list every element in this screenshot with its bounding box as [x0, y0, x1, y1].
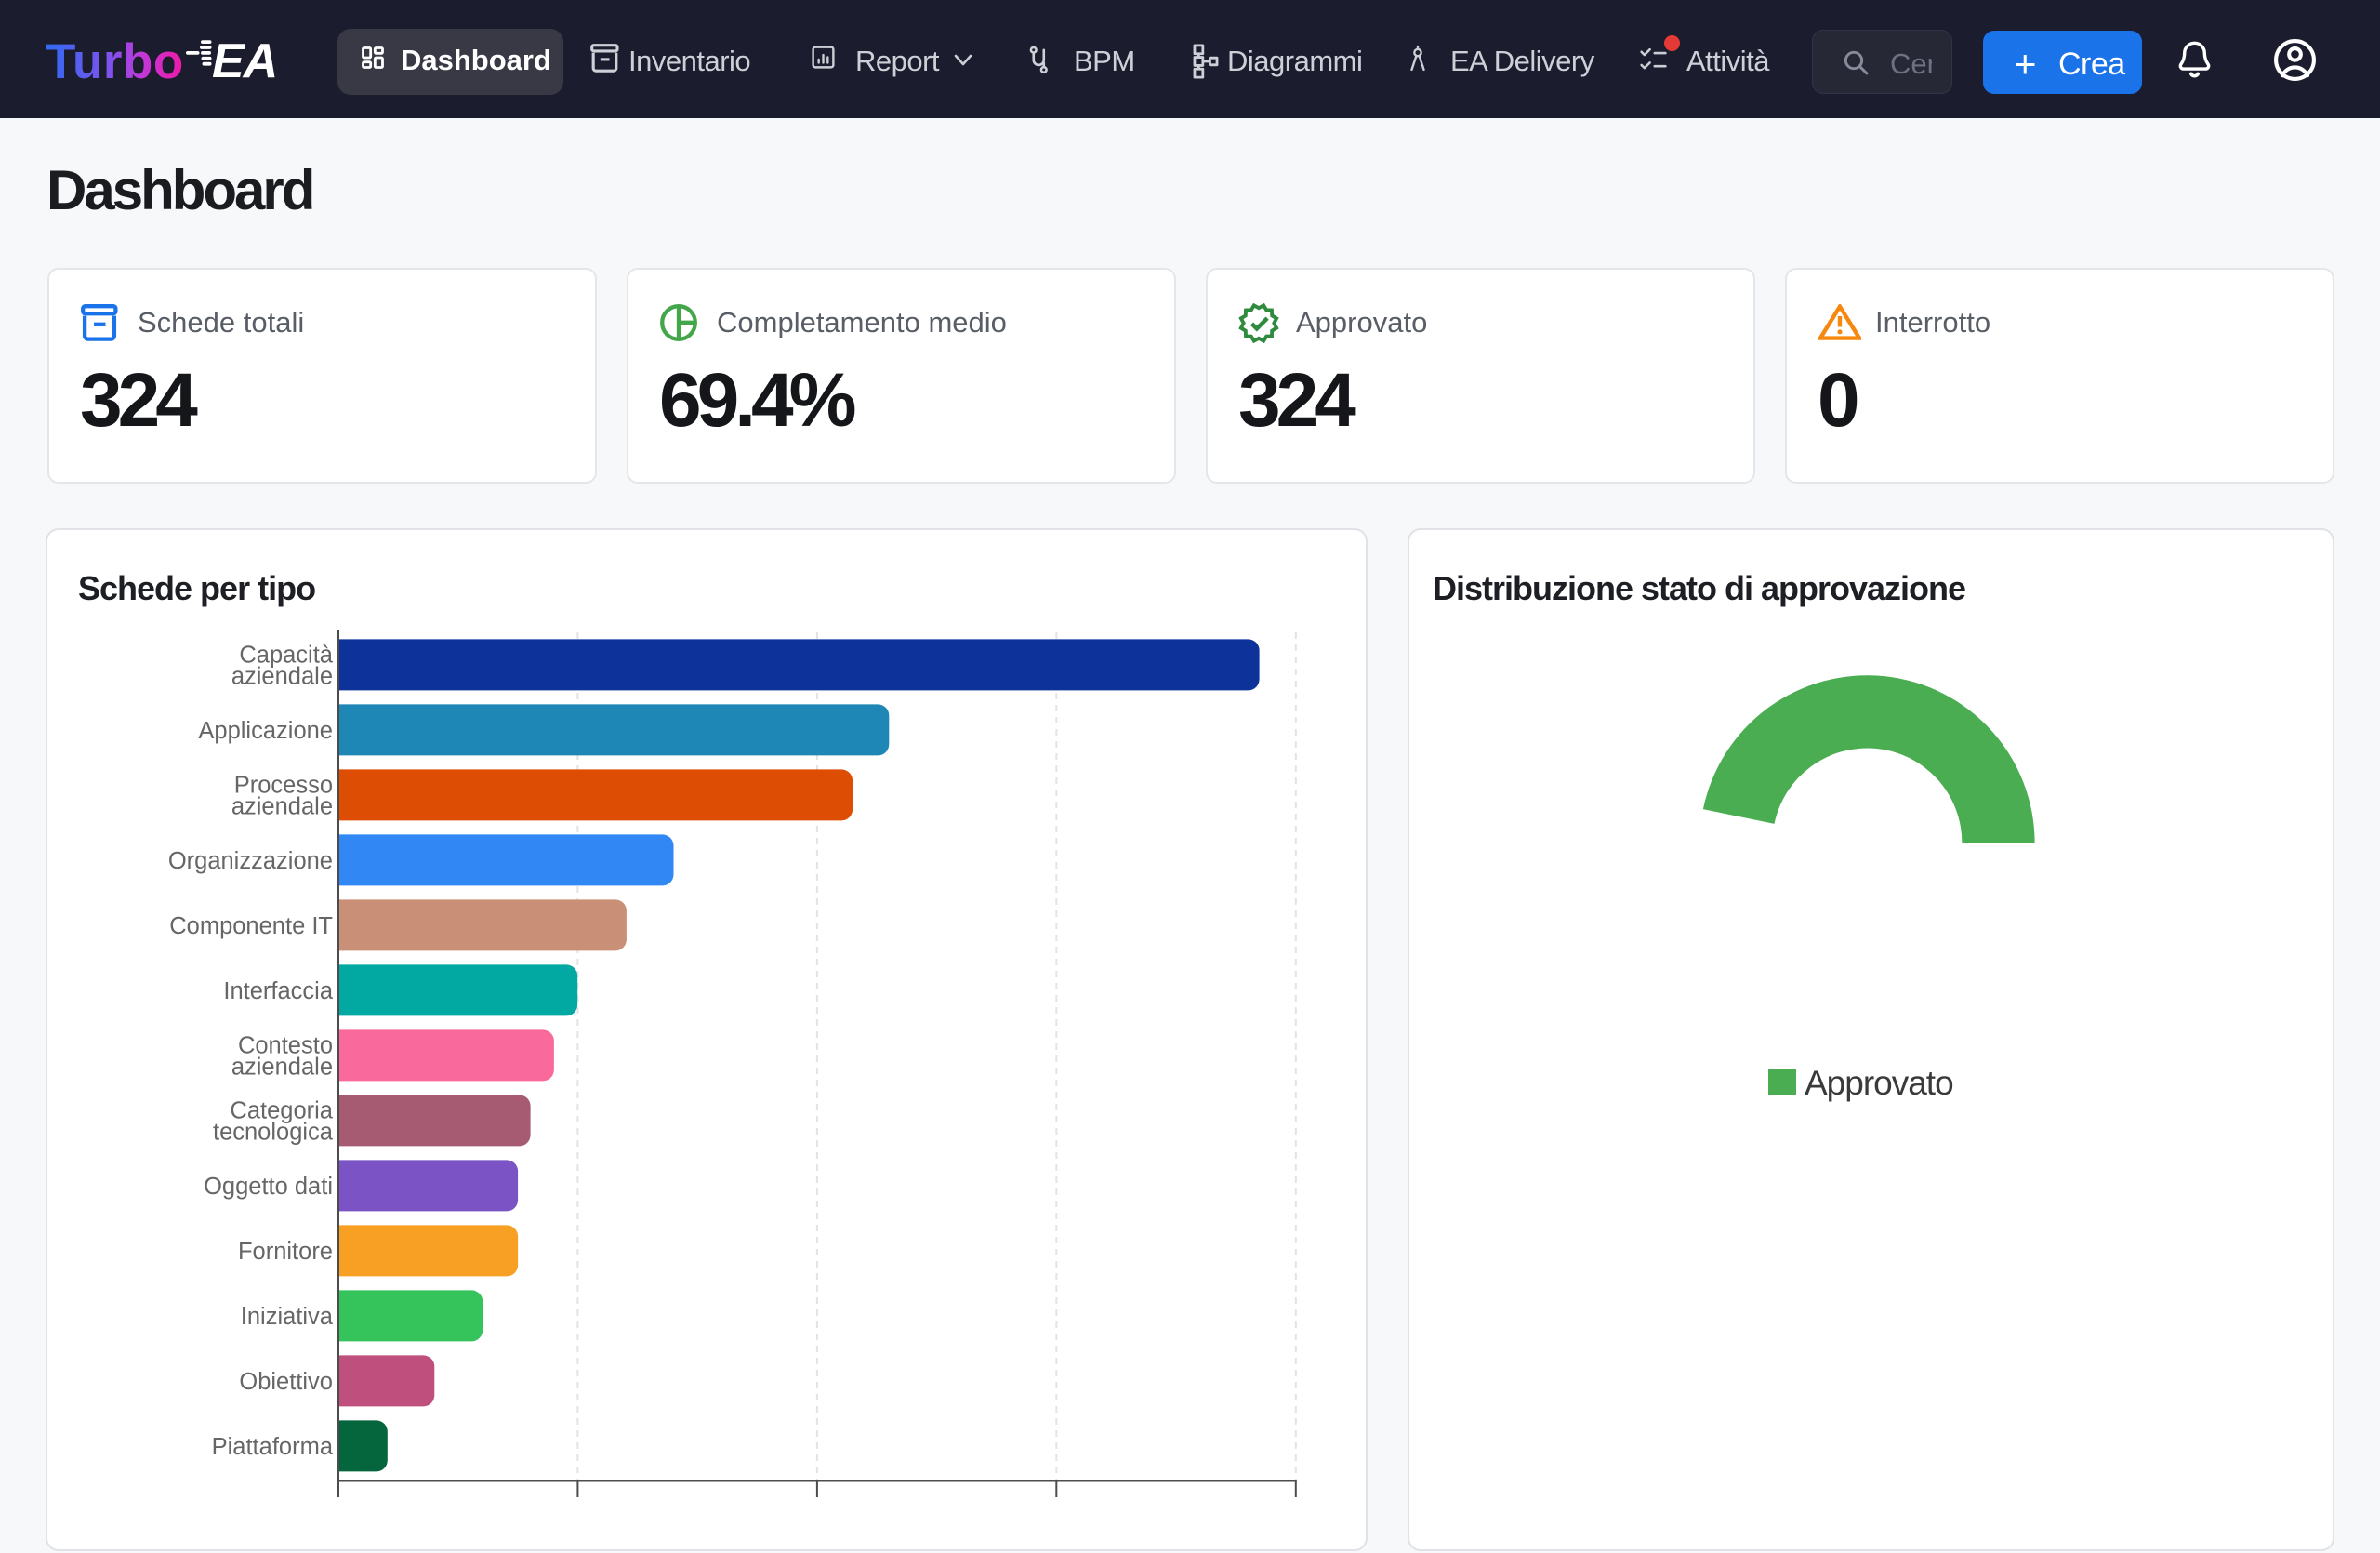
svg-text:aziendale: aziendale: [231, 794, 333, 820]
svg-text:Piattaforma: Piattaforma: [212, 1434, 334, 1460]
svg-text:EA: EA: [212, 34, 277, 86]
svg-text:Approvato: Approvato: [1805, 1064, 1953, 1102]
svg-text:tecnologica: tecnologica: [213, 1120, 334, 1146]
svg-text:Organizzazione: Organizzazione: [168, 848, 333, 874]
svg-text:Obiettivo: Obiettivo: [239, 1369, 333, 1395]
svg-text:aziendale: aziendale: [231, 664, 333, 690]
svg-text:aziendale: aziendale: [231, 1055, 333, 1081]
svg-text:Componente IT: Componente IT: [169, 913, 333, 939]
svg-text:Iniziativa: Iniziativa: [241, 1304, 334, 1330]
svg-text:Oggetto dati: Oggetto dati: [204, 1174, 333, 1200]
svg-text:Applicazione: Applicazione: [198, 718, 333, 744]
svg-text:Fornitore: Fornitore: [238, 1239, 333, 1265]
svg-text:Interfaccia: Interfaccia: [223, 978, 333, 1004]
